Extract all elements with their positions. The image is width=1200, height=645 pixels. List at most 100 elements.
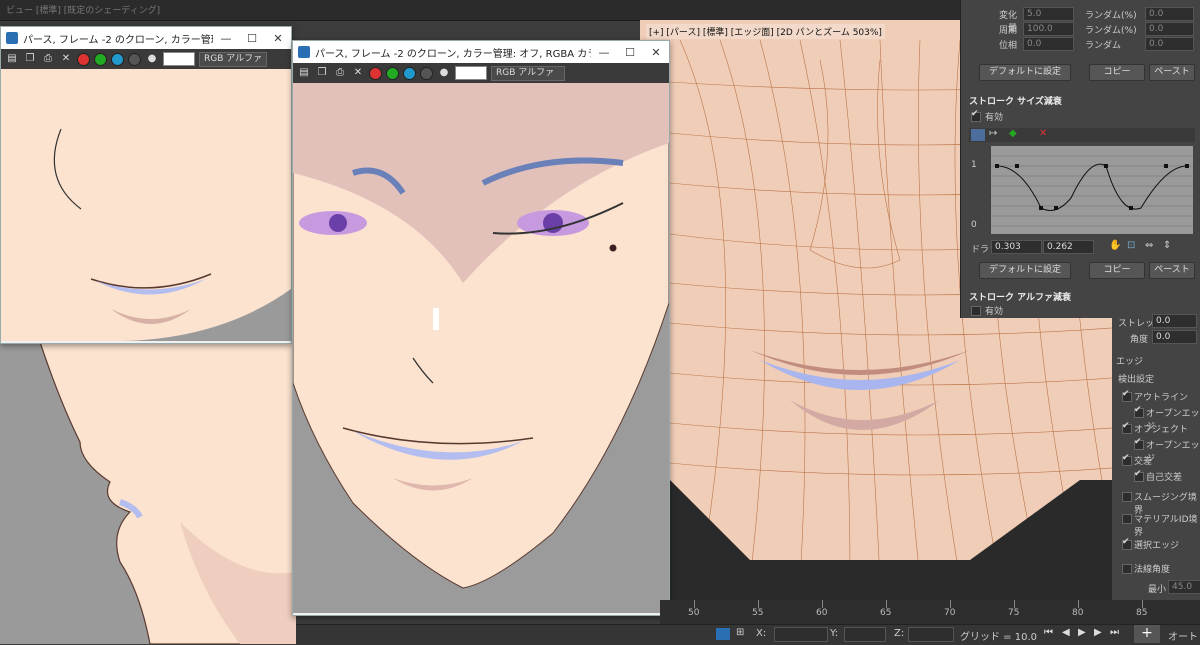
angle-input[interactable]: 0.0 <box>1152 330 1197 344</box>
insert-icon[interactable]: ◆ <box>1009 128 1017 139</box>
falloff-curve-graph[interactable] <box>991 146 1193 234</box>
param-input[interactable]: 0.0 <box>1023 37 1074 51</box>
render-canvas <box>1 69 291 341</box>
close-icon[interactable]: ✕ <box>643 46 669 59</box>
x-coord-field[interactable] <box>774 627 828 642</box>
app-icon <box>6 32 18 44</box>
play-icon[interactable]: ▶ <box>1078 627 1086 638</box>
render-window-left[interactable]: パース, フレーム -2 のクローン, カラー管理: オフ, R... — ☐ … <box>0 26 292 344</box>
save-icon[interactable]: ▤ <box>5 52 19 66</box>
enabled-checkbox-2[interactable] <box>971 306 981 316</box>
viewport-label[interactable]: [+] [パース] [標準] [エッジ面] [2D パンとズーム 503%] <box>646 24 885 39</box>
z-coord-field[interactable] <box>908 627 954 642</box>
prev-frame-icon[interactable]: ◀ <box>1062 627 1070 638</box>
window-titlebar[interactable]: パース, フレーム -2 のクローン, カラー管理: オフ, R... — ☐ … <box>1 27 291 49</box>
red-channel-toggle[interactable] <box>77 52 90 66</box>
param-input[interactable]: 5.0 <box>1023 7 1074 21</box>
zoom-vertical-icon[interactable]: ⇕ <box>1163 240 1171 251</box>
random-input[interactable]: 0.0 <box>1145 7 1194 21</box>
lock-icon[interactable] <box>716 628 730 640</box>
paste-button-2[interactable]: ペースト <box>1149 262 1195 279</box>
ruler-tick-label: 70 <box>944 608 956 618</box>
move-icon[interactable] <box>971 129 985 141</box>
checkbox-outline[interactable] <box>1122 389 1132 402</box>
minimize-icon[interactable]: — <box>213 32 239 45</box>
window-titlebar[interactable]: パース, フレーム -2 のクローン, カラー管理: オフ, RGBA カラー … <box>293 41 669 63</box>
green-channel-toggle[interactable] <box>94 52 107 66</box>
paste-button[interactable]: ペースト <box>1149 64 1195 81</box>
checkbox-material-id[interactable] <box>1122 514 1132 524</box>
maximize-icon[interactable]: ☐ <box>239 32 265 45</box>
param-input[interactable]: 100.0 <box>1023 22 1074 36</box>
print-icon[interactable]: ⎙ <box>41 52 55 66</box>
blue-channel-toggle[interactable] <box>111 52 124 66</box>
absolute-mode-icon[interactable]: ⊞ <box>736 627 744 638</box>
stretch-input[interactable]: 0.0 <box>1152 314 1197 328</box>
zoom-extents-icon[interactable]: ⊡ <box>1127 240 1135 251</box>
ruler-tick-label: 75 <box>1008 608 1020 618</box>
stroke-alpha-header[interactable]: ストローク アルファ減衰 <box>969 290 1071 303</box>
alpha-channel-toggle[interactable] <box>420 66 433 80</box>
checkbox-object[interactable] <box>1122 421 1132 434</box>
drag-x-input[interactable]: 0.303 <box>991 240 1042 254</box>
alpha-channel-toggle[interactable] <box>128 52 141 66</box>
checkbox-sel-edge[interactable] <box>1122 537 1132 550</box>
next-frame-icon[interactable]: ▶ <box>1094 627 1102 638</box>
add-key-icon[interactable]: + <box>1134 625 1160 643</box>
drag-y-input[interactable]: 0.262 <box>1043 240 1094 254</box>
stroke-size-header[interactable]: ストローク サイズ減衰 <box>969 94 1062 107</box>
checkbox-smoothing[interactable] <box>1122 492 1132 502</box>
checkbox-open-edge[interactable] <box>1134 405 1144 418</box>
top-menu-text: ビュー [標準] [既定のシェーディング] <box>6 6 161 16</box>
checkbox-open-edge2[interactable] <box>1134 437 1144 450</box>
channel-select[interactable]: RGB アルファ <box>199 51 268 67</box>
auto-key-button[interactable]: オート <box>1168 628 1198 643</box>
edge-settings-panel: ストレッチ 0.0 角度 0.0 エッジ 検出設定 アウトライン オープンエッジ… <box>1112 300 1200 600</box>
random-label: ランダム(%) <box>1085 11 1137 21</box>
goto-start-icon[interactable]: ⏮ <box>1044 627 1053 638</box>
channel-select[interactable]: RGB アルファ <box>491 65 565 81</box>
minimize-icon[interactable]: — <box>591 46 617 59</box>
mono-icon[interactable]: ● <box>145 52 159 66</box>
close-icon[interactable]: ✕ <box>265 32 291 45</box>
maximize-icon[interactable]: ☐ <box>617 46 643 59</box>
enabled-label-2: 有効 <box>985 307 1004 317</box>
mono-icon[interactable]: ● <box>437 66 451 80</box>
copy-button[interactable]: コピー <box>1089 64 1145 81</box>
profile-face <box>39 342 296 644</box>
default-button-2[interactable]: デフォルトに設定 <box>979 262 1071 279</box>
checkbox-normal-angle[interactable] <box>1122 564 1132 574</box>
random-input[interactable]: 0.0 <box>1145 37 1194 51</box>
color-swatch[interactable] <box>455 66 487 80</box>
scale-icon[interactable]: ↦ <box>989 128 997 139</box>
checkbox-self-intersect[interactable] <box>1134 469 1144 482</box>
copy-button-2[interactable]: コピー <box>1089 262 1145 279</box>
copy-icon[interactable]: ❐ <box>23 52 37 66</box>
clear-icon[interactable]: ✕ <box>351 66 365 80</box>
ruler-tick <box>1014 600 1015 608</box>
pan-icon[interactable]: ✋ <box>1109 240 1121 251</box>
blue-channel-toggle[interactable] <box>403 66 416 80</box>
curve-y1-label: 1 <box>971 160 977 170</box>
zoom-horizontal-icon[interactable]: ⇔ <box>1145 240 1153 251</box>
delete-icon[interactable]: ✕ <box>1039 128 1047 139</box>
default-button[interactable]: デフォルトに設定 <box>979 64 1071 81</box>
timeline-ruler[interactable]: 50 55 60 65 70 75 80 85 <box>660 600 1200 624</box>
color-swatch[interactable] <box>163 52 195 66</box>
clear-icon[interactable]: ✕ <box>59 52 73 66</box>
enabled-checkbox[interactable] <box>971 109 981 122</box>
green-channel-toggle[interactable] <box>386 66 399 80</box>
min-input[interactable]: 45.0 <box>1168 580 1200 594</box>
red-channel-toggle[interactable] <box>369 66 382 80</box>
checkbox-intersect[interactable] <box>1122 453 1132 466</box>
random-input[interactable]: 0.0 <box>1145 22 1194 36</box>
render-window-main[interactable]: パース, フレーム -2 のクローン, カラー管理: オフ, RGBA カラー … <box>292 40 670 616</box>
ruler-tick-label: 55 <box>752 608 764 618</box>
y-coord-field[interactable] <box>844 627 886 642</box>
x-label: X: <box>756 628 767 639</box>
print-icon[interactable]: ⎙ <box>333 66 347 80</box>
goto-end-icon[interactable]: ⏭ <box>1110 627 1119 638</box>
copy-icon[interactable]: ❐ <box>315 66 329 80</box>
label-outline: アウトライン <box>1134 393 1189 403</box>
save-icon[interactable]: ▤ <box>297 66 311 80</box>
